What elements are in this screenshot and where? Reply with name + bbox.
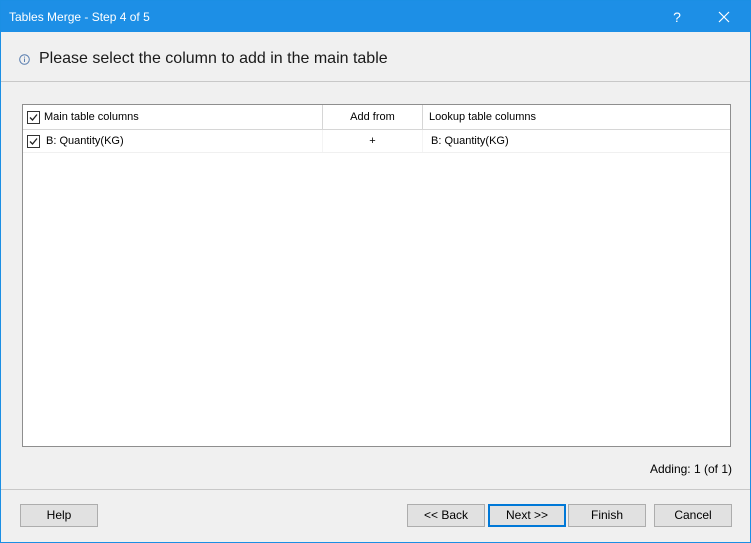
row-lookup-value: B: Quantity(KG) [431,135,509,147]
row-add-from-cell[interactable]: + [323,130,423,152]
close-button[interactable] [704,1,744,32]
adding-status: Adding: 1 (of 1) [649,462,732,476]
finish-button[interactable]: Finish [568,504,646,527]
grid-header: Main table columns Add from Lookup table… [23,105,730,130]
row-main-value: B: Quantity(KG) [46,135,124,147]
row-checkbox[interactable] [27,135,40,148]
button-bar: Help << Back Next >> Finish Cancel [1,489,750,542]
back-button[interactable]: << Back [407,504,485,527]
table-row[interactable]: B: Quantity(KG) + B: Quantity(KG) [23,130,730,153]
column-header-main[interactable]: Main table columns [23,105,323,129]
select-all-checkbox[interactable] [27,111,40,124]
close-icon [718,11,730,22]
info-icon [19,54,30,65]
dialog-window: Tables Merge - Step 4 of 5 ? Please sele… [0,0,751,543]
column-header-lookup-label: Lookup table columns [429,111,537,123]
cancel-button[interactable]: Cancel [654,504,732,527]
column-header-main-label: Main table columns [44,111,139,123]
next-button[interactable]: Next >> [488,504,566,527]
step-header: Please select the column to add in the m… [1,32,750,82]
row-lookup-cell[interactable]: B: Quantity(KG) [423,130,730,152]
title-bar[interactable]: Tables Merge - Step 4 of 5 ? [1,1,750,32]
window-title: Tables Merge - Step 4 of 5 [9,10,150,24]
help-title-button[interactable]: ? [657,1,697,32]
help-button[interactable]: Help [20,504,98,527]
checkmark-icon [29,114,38,121]
question-mark-icon: ? [673,8,681,25]
column-header-lookup[interactable]: Lookup table columns [423,105,730,129]
column-header-add-from[interactable]: Add from [323,105,423,129]
columns-grid[interactable]: Main table columns Add from Lookup table… [22,104,731,447]
row-main-cell[interactable]: B: Quantity(KG) [23,130,323,152]
step-instruction: Please select the column to add in the m… [39,50,388,67]
checkmark-icon [29,138,38,145]
